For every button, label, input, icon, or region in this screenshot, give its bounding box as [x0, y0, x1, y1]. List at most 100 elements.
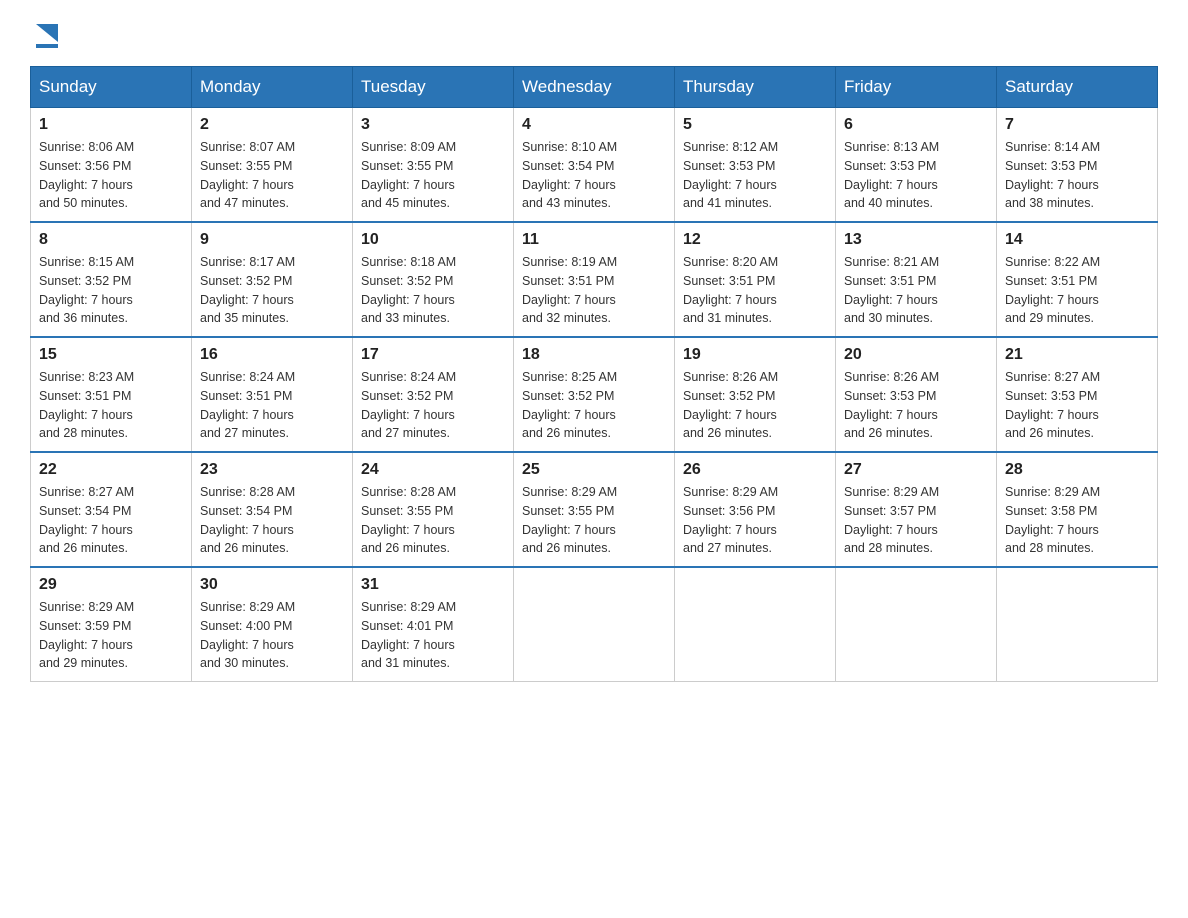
day-info: Sunrise: 8:17 AMSunset: 3:52 PMDaylight:…: [200, 253, 344, 328]
calendar-week-row: 15 Sunrise: 8:23 AMSunset: 3:51 PMDayligh…: [31, 337, 1158, 452]
day-info: Sunrise: 8:29 AMSunset: 3:58 PMDaylight:…: [1005, 483, 1149, 558]
calendar-cell: 24 Sunrise: 8:28 AMSunset: 3:55 PMDayligh…: [353, 452, 514, 567]
day-number: 11: [522, 231, 666, 249]
day-info: Sunrise: 8:28 AMSunset: 3:55 PMDaylight:…: [361, 483, 505, 558]
logo: [30, 20, 62, 46]
calendar-cell: 12 Sunrise: 8:20 AMSunset: 3:51 PMDayligh…: [675, 222, 836, 337]
day-info: Sunrise: 8:27 AMSunset: 3:54 PMDaylight:…: [39, 483, 183, 558]
calendar-cell: 21 Sunrise: 8:27 AMSunset: 3:53 PMDayligh…: [997, 337, 1158, 452]
calendar-cell: 11Sunrise: 8:19 AMSunset: 3:51 PMDayligh…: [514, 222, 675, 337]
calendar-cell: 9Sunrise: 8:17 AMSunset: 3:52 PMDaylight…: [192, 222, 353, 337]
calendar-cell: 8 Sunrise: 8:15 AMSunset: 3:52 PMDaylight…: [31, 222, 192, 337]
day-number: 29: [39, 576, 183, 594]
day-number: 14: [1005, 231, 1149, 249]
day-number: 2: [200, 116, 344, 134]
day-number: 12: [683, 231, 827, 249]
day-number: 19: [683, 346, 827, 364]
calendar-cell: 22 Sunrise: 8:27 AMSunset: 3:54 PMDayligh…: [31, 452, 192, 567]
day-number: 18: [522, 346, 666, 364]
page-header: [30, 20, 1158, 46]
calendar-cell: 27 Sunrise: 8:29 AMSunset: 3:57 PMDayligh…: [836, 452, 997, 567]
day-number: 1: [39, 116, 183, 134]
calendar-cell: 31 Sunrise: 8:29 AMSunset: 4:01 PMDayligh…: [353, 567, 514, 682]
column-header-sunday: Sunday: [31, 67, 192, 108]
day-number: 20: [844, 346, 988, 364]
day-info: Sunrise: 8:15 AMSunset: 3:52 PMDaylight:…: [39, 253, 183, 328]
calendar-cell: 16 Sunrise: 8:24 AMSunset: 3:51 PMDayligh…: [192, 337, 353, 452]
day-info: Sunrise: 8:06 AMSunset: 3:56 PMDaylight:…: [39, 138, 183, 213]
day-info: Sunrise: 8:29 AMSunset: 4:01 PMDaylight:…: [361, 598, 505, 673]
calendar-cell: 28 Sunrise: 8:29 AMSunset: 3:58 PMDayligh…: [997, 452, 1158, 567]
day-number: 28: [1005, 461, 1149, 479]
day-info: Sunrise: 8:10 AMSunset: 3:54 PMDaylight:…: [522, 138, 666, 213]
day-number: 27: [844, 461, 988, 479]
day-number: 16: [200, 346, 344, 364]
calendar-cell: 20 Sunrise: 8:26 AMSunset: 3:53 PMDayligh…: [836, 337, 997, 452]
day-info: Sunrise: 8:13 AMSunset: 3:53 PMDaylight:…: [844, 138, 988, 213]
day-number: 25: [522, 461, 666, 479]
calendar-cell: [514, 567, 675, 682]
day-info: Sunrise: 8:09 AMSunset: 3:55 PMDaylight:…: [361, 138, 505, 213]
day-info: Sunrise: 8:28 AMSunset: 3:54 PMDaylight:…: [200, 483, 344, 558]
day-info: Sunrise: 8:24 AMSunset: 3:51 PMDaylight:…: [200, 368, 344, 443]
column-header-thursday: Thursday: [675, 67, 836, 108]
day-number: 15: [39, 346, 183, 364]
calendar-cell: 19 Sunrise: 8:26 AMSunset: 3:52 PMDayligh…: [675, 337, 836, 452]
day-number: 4: [522, 116, 666, 134]
calendar-week-row: 29 Sunrise: 8:29 AMSunset: 3:59 PMDayligh…: [31, 567, 1158, 682]
calendar-cell: 14 Sunrise: 8:22 AMSunset: 3:51 PMDayligh…: [997, 222, 1158, 337]
day-info: Sunrise: 8:07 AMSunset: 3:55 PMDaylight:…: [200, 138, 344, 213]
day-number: 7: [1005, 116, 1149, 134]
day-number: 30: [200, 576, 344, 594]
calendar-cell: 29 Sunrise: 8:29 AMSunset: 3:59 PMDayligh…: [31, 567, 192, 682]
day-number: 8: [39, 231, 183, 249]
day-info: Sunrise: 8:24 AMSunset: 3:52 PMDaylight:…: [361, 368, 505, 443]
day-number: 6: [844, 116, 988, 134]
day-info: Sunrise: 8:29 AMSunset: 3:55 PMDaylight:…: [522, 483, 666, 558]
day-number: 21: [1005, 346, 1149, 364]
calendar-cell: 13 Sunrise: 8:21 AMSunset: 3:51 PMDayligh…: [836, 222, 997, 337]
logo-arrow-icon: [32, 20, 62, 50]
calendar-cell: 5Sunrise: 8:12 AMSunset: 3:53 PMDaylight…: [675, 108, 836, 223]
calendar-cell: 1 Sunrise: 8:06 AMSunset: 3:56 PMDaylight…: [31, 108, 192, 223]
day-info: Sunrise: 8:26 AMSunset: 3:53 PMDaylight:…: [844, 368, 988, 443]
calendar-cell: 15 Sunrise: 8:23 AMSunset: 3:51 PMDayligh…: [31, 337, 192, 452]
column-header-monday: Monday: [192, 67, 353, 108]
day-info: Sunrise: 8:23 AMSunset: 3:51 PMDaylight:…: [39, 368, 183, 443]
calendar-cell: 7 Sunrise: 8:14 AMSunset: 3:53 PMDaylight…: [997, 108, 1158, 223]
day-info: Sunrise: 8:29 AMSunset: 3:59 PMDaylight:…: [39, 598, 183, 673]
calendar-cell: [836, 567, 997, 682]
day-info: Sunrise: 8:21 AMSunset: 3:51 PMDaylight:…: [844, 253, 988, 328]
calendar-cell: 23 Sunrise: 8:28 AMSunset: 3:54 PMDayligh…: [192, 452, 353, 567]
calendar-week-row: 22 Sunrise: 8:27 AMSunset: 3:54 PMDayligh…: [31, 452, 1158, 567]
calendar-cell: 4 Sunrise: 8:10 AMSunset: 3:54 PMDaylight…: [514, 108, 675, 223]
calendar-cell: 26Sunrise: 8:29 AMSunset: 3:56 PMDayligh…: [675, 452, 836, 567]
calendar-week-row: 1 Sunrise: 8:06 AMSunset: 3:56 PMDaylight…: [31, 108, 1158, 223]
day-info: Sunrise: 8:29 AMSunset: 4:00 PMDaylight:…: [200, 598, 344, 673]
day-number: 24: [361, 461, 505, 479]
day-info: Sunrise: 8:14 AMSunset: 3:53 PMDaylight:…: [1005, 138, 1149, 213]
column-header-friday: Friday: [836, 67, 997, 108]
column-header-tuesday: Tuesday: [353, 67, 514, 108]
column-header-saturday: Saturday: [997, 67, 1158, 108]
day-info: Sunrise: 8:29 AMSunset: 3:57 PMDaylight:…: [844, 483, 988, 558]
day-number: 31: [361, 576, 505, 594]
calendar-cell: 17Sunrise: 8:24 AMSunset: 3:52 PMDayligh…: [353, 337, 514, 452]
day-info: Sunrise: 8:25 AMSunset: 3:52 PMDaylight:…: [522, 368, 666, 443]
day-number: 23: [200, 461, 344, 479]
calendar-cell: 18 Sunrise: 8:25 AMSunset: 3:52 PMDayligh…: [514, 337, 675, 452]
day-number: 10: [361, 231, 505, 249]
calendar-cell: 30 Sunrise: 8:29 AMSunset: 4:00 PMDayligh…: [192, 567, 353, 682]
calendar-week-row: 8 Sunrise: 8:15 AMSunset: 3:52 PMDaylight…: [31, 222, 1158, 337]
calendar-cell: [997, 567, 1158, 682]
day-number: 3: [361, 116, 505, 134]
day-info: Sunrise: 8:27 AMSunset: 3:53 PMDaylight:…: [1005, 368, 1149, 443]
day-number: 13: [844, 231, 988, 249]
day-number: 22: [39, 461, 183, 479]
day-info: Sunrise: 8:26 AMSunset: 3:52 PMDaylight:…: [683, 368, 827, 443]
day-info: Sunrise: 8:12 AMSunset: 3:53 PMDaylight:…: [683, 138, 827, 213]
calendar-table: SundayMondayTuesdayWednesdayThursdayFrid…: [30, 66, 1158, 682]
day-info: Sunrise: 8:20 AMSunset: 3:51 PMDaylight:…: [683, 253, 827, 328]
calendar-cell: 10Sunrise: 8:18 AMSunset: 3:52 PMDayligh…: [353, 222, 514, 337]
day-info: Sunrise: 8:22 AMSunset: 3:51 PMDaylight:…: [1005, 253, 1149, 328]
